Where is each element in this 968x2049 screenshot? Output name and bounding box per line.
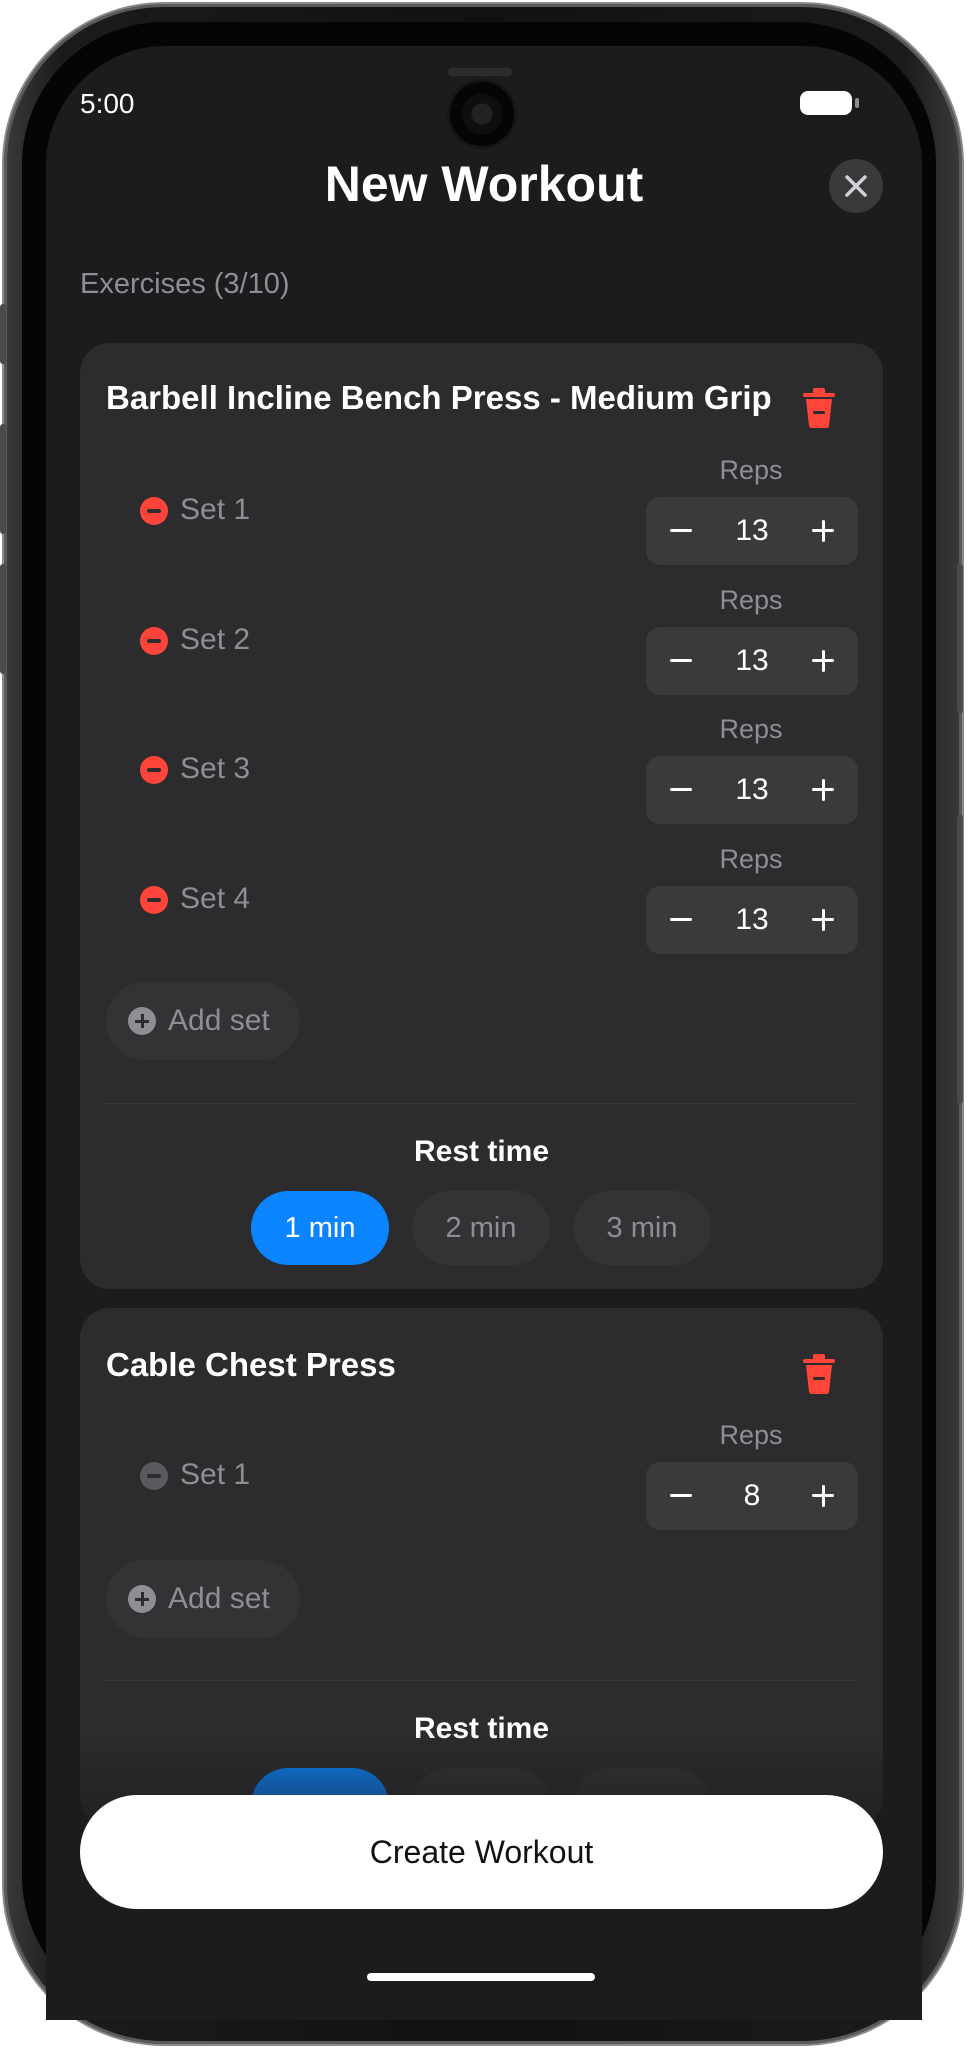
set-label: Set 3 — [180, 752, 251, 785]
rest-option-2-min[interactable]: 2 min — [412, 1191, 550, 1265]
minus-circle-icon[interactable] — [140, 886, 168, 914]
add-set-label: Add set — [168, 1582, 270, 1615]
set-row: Set 2 Reps 13 — [106, 585, 858, 711]
reps-label: Reps — [719, 585, 783, 615]
trash-icon[interactable] — [802, 1354, 836, 1394]
volume-down-button — [0, 564, 6, 674]
exercise-title: Cable Chest Press — [106, 1346, 396, 1383]
minus-circle-icon[interactable] — [140, 756, 168, 784]
reps-label: Reps — [719, 1420, 783, 1450]
page-title: New Workout — [324, 156, 644, 212]
reps-stepper: 8 — [646, 1462, 858, 1530]
minus-icon[interactable] — [646, 497, 716, 565]
reps-value: 13 — [735, 903, 769, 936]
minus-circle-icon[interactable] — [140, 497, 168, 525]
reps-label: Reps — [719, 844, 783, 874]
plus-icon[interactable] — [788, 497, 858, 565]
reps-value: 13 — [735, 773, 769, 806]
close-icon — [845, 175, 867, 197]
minus-icon[interactable] — [646, 627, 716, 695]
set-row: Set 3 Reps 13 — [106, 714, 858, 840]
plus-icon[interactable] — [788, 1462, 858, 1530]
reps-label: Reps — [719, 455, 783, 485]
reps-stepper: 13 — [646, 756, 858, 824]
close-button[interactable] — [829, 159, 883, 213]
mute-switch — [0, 304, 6, 364]
reps-stepper: 13 — [646, 497, 858, 565]
plus-circle-icon — [128, 1585, 156, 1613]
create-workout-button[interactable]: Create Workout — [80, 1795, 883, 1909]
exercise-card: Barbell Incline Bench Press - Medium Gri… — [80, 343, 883, 1289]
reps-value: 8 — [743, 1479, 761, 1512]
rest-option-3-min[interactable]: 3 min — [573, 1191, 711, 1265]
minus-circle-icon[interactable] — [140, 627, 168, 655]
reps-stepper: 13 — [646, 627, 858, 695]
reps-stepper: 13 — [646, 886, 858, 954]
speaker — [448, 68, 512, 76]
rest-time-label: Rest time — [413, 1135, 550, 1168]
reps-label: Reps — [719, 714, 783, 744]
set-label: Set 1 — [180, 493, 251, 526]
exercise-title: Barbell Incline Bench Press - Medium Gri… — [106, 379, 772, 416]
plus-icon[interactable] — [788, 886, 858, 954]
set-label: Set 1 — [180, 1458, 251, 1491]
status-time: 5:00 — [80, 88, 135, 119]
minus-circle-icon — [140, 1462, 168, 1490]
reps-value: 13 — [735, 514, 769, 547]
minus-icon[interactable] — [646, 756, 716, 824]
volume-up-button — [0, 424, 6, 534]
set-label: Set 2 — [180, 623, 251, 656]
set-row: Set 1 Reps 13 — [106, 455, 858, 581]
set-label: Set 4 — [180, 882, 251, 915]
plus-circle-icon — [128, 1007, 156, 1035]
add-set-button[interactable]: Add set — [106, 982, 300, 1060]
reps-value: 13 — [735, 644, 769, 677]
add-set-button[interactable]: Add set — [106, 1560, 300, 1638]
battery-icon — [800, 91, 859, 115]
add-set-label: Add set — [168, 1004, 270, 1037]
plus-icon[interactable] — [788, 627, 858, 695]
trash-icon[interactable] — [802, 388, 836, 428]
side-button — [957, 814, 963, 1104]
home-indicator[interactable] — [367, 1973, 595, 1981]
power-button — [957, 564, 963, 714]
camera-icon — [450, 82, 514, 146]
set-row: Set 4 Reps 13 — [106, 844, 858, 970]
plus-icon[interactable] — [788, 756, 858, 824]
divider — [106, 1680, 856, 1681]
minus-icon[interactable] — [646, 886, 716, 954]
set-row: Set 1 Reps 8 — [106, 1420, 858, 1546]
rest-option-1-min[interactable]: 1 min — [251, 1191, 389, 1265]
divider — [106, 1103, 856, 1104]
minus-icon[interactable] — [646, 1462, 716, 1530]
exercises-count-label: Exercises (3/10) — [80, 268, 290, 300]
